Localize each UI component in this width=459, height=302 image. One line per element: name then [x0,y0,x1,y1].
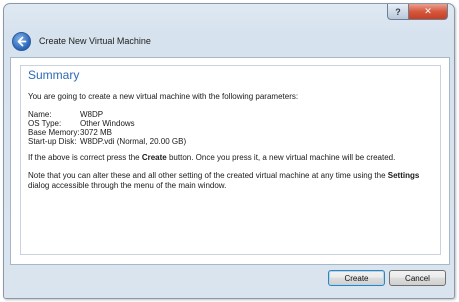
note-text-end: dialog accessible through the menu of th… [28,181,227,190]
window-title: Create New Virtual Machine [39,36,151,46]
note-text-start: Note that you can alter these and all ot… [28,171,388,180]
caption-buttons: ? ✕ [387,4,448,20]
help-icon[interactable]: ? [387,4,409,20]
content-panel: Summary You are going to create a new vi… [10,57,450,265]
summary-content: You are going to create a new virtual ma… [28,92,434,191]
param-value: Other Windows [80,119,135,128]
summary-heading: Summary [28,68,80,82]
param-label: OS Type: [28,119,62,128]
note-text: Note that you can alter these and all ot… [28,171,434,191]
param-row-name: Name: W8DP [28,110,186,119]
param-row-os-type: OS Type: Other Windows [28,119,186,128]
param-row-startup-disk: Start-up Disk: W8DP.vdi (Normal, 20.00 G… [28,137,186,146]
note-text-bold: Settings [387,171,420,180]
param-label: Base Memory: [28,128,80,137]
param-label: Start-up Disk: [28,137,77,146]
button-bar: Create Cancel [10,264,448,298]
parameters-table: Name: W8DP OS Type: Other Windows Base M… [28,110,186,146]
cancel-button[interactable]: Cancel [389,270,446,286]
confirm-text-bold: Create [141,153,167,162]
param-value: W8DP.vdi (Normal, 20.00 GB) [80,137,187,146]
param-label: Name: [28,110,52,119]
confirm-text-end: button. Once you press it, a new virtual… [166,153,396,162]
param-value: 3072 MB [80,128,113,137]
close-icon[interactable]: ✕ [409,4,448,20]
summary-box: Summary You are going to create a new vi… [20,65,441,255]
wizard-window: ? ✕ Create New Virtual Machine Summary Y… [3,3,455,299]
intro-text: You are going to create a new virtual ma… [28,92,299,101]
wizard-header: Create New Virtual Machine [10,27,448,55]
param-row-base-memory: Base Memory: 3072 MB [28,128,186,137]
param-value: W8DP [80,110,104,119]
back-arrow-icon[interactable] [12,31,31,51]
create-button[interactable]: Create [328,270,385,286]
confirm-text-start: If the above is correct press the [28,153,142,162]
confirm-text: If the above is correct press the Create… [28,153,434,163]
